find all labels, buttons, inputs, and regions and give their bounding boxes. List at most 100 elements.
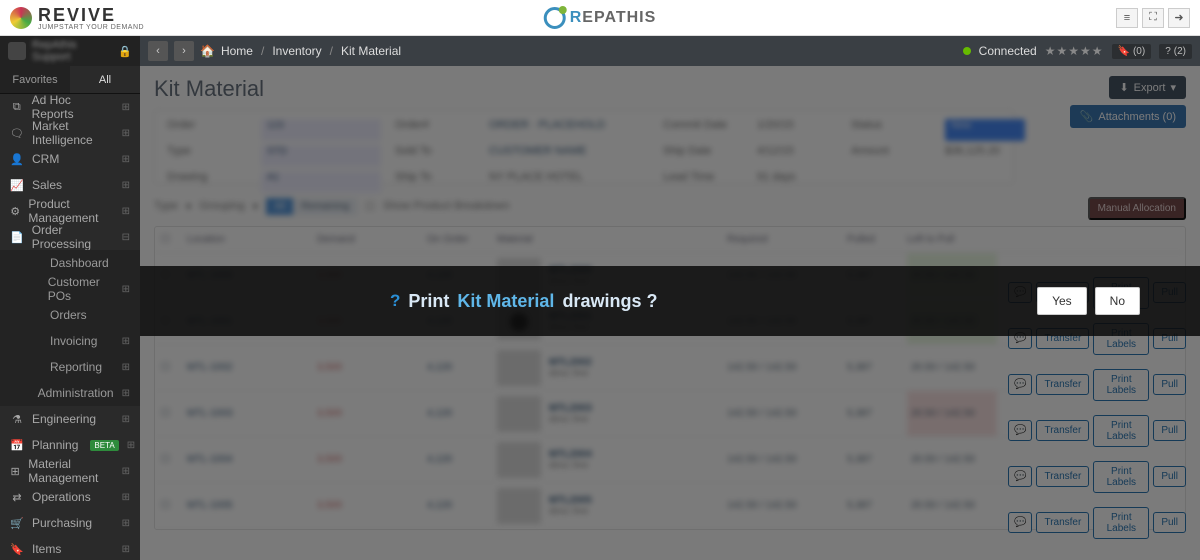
nav-label: Material Management — [28, 457, 113, 485]
nav-label: Orders — [50, 308, 87, 322]
expand-icon[interactable]: ⊞ — [122, 492, 130, 503]
sidebar-item-material-management[interactable]: ⊞ Material Management ⊞ — [0, 458, 140, 484]
sidebar-item-customer-pos[interactable]: Customer POs ⊞ — [0, 276, 140, 302]
dialog-kit: Kit Material — [457, 291, 554, 312]
nav-label: Order Processing — [32, 223, 114, 251]
expand-icon[interactable]: ⊞ — [122, 180, 130, 191]
expand-icon[interactable]: ⊞ — [122, 336, 130, 347]
app-logo: REPATHIS — [544, 7, 657, 29]
sidebar-item-items[interactable]: 🔖 Items ⊞ — [0, 536, 140, 560]
crumb-right: Connected ★★★★★ 🔖 (0) ? (2) — [963, 44, 1192, 59]
logout-icon[interactable]: ➜ — [1168, 8, 1190, 28]
user-name: RepAthis Support — [32, 39, 112, 63]
nav-label: Invoicing — [50, 334, 97, 348]
connection-label: Connected — [979, 44, 1037, 58]
expand-icon[interactable]: ⊞ — [122, 466, 130, 477]
tags-pill[interactable]: 🔖 (0) — [1112, 44, 1152, 59]
dialog-post: drawings ? — [562, 291, 657, 312]
crumb-sep: / — [330, 44, 333, 58]
connection-dot-icon — [963, 47, 971, 55]
content: Kit Material ⬇ Export ▾ 📎 Attachments (0… — [140, 66, 1200, 560]
brand-text: REVIVE JUMPSTART YOUR DEMAND — [38, 5, 144, 31]
sidebar-item-invoicing[interactable]: Invoicing ⊞ — [0, 328, 140, 354]
crumb-inventory[interactable]: Inventory — [272, 44, 321, 58]
top-brand-bar: REVIVE JUMPSTART YOUR DEMAND REPATHIS ≡ … — [0, 0, 1200, 36]
nav-forward-icon[interactable]: › — [174, 41, 194, 61]
sidebar-nav: ⧉ Ad Hoc Reports ⊞ 🗨 Market Intelligence ⊞ 👤 CR… — [0, 94, 140, 560]
sidebar-item-ad-hoc-reports[interactable]: ⧉ Ad Hoc Reports ⊞ — [0, 94, 140, 120]
menu-icon[interactable]: ≡ — [1116, 8, 1138, 28]
expand-icon[interactable]: ⊞ — [122, 154, 130, 165]
expand-icon[interactable]: ⊞ — [122, 518, 130, 529]
sidebar-user[interactable]: RepAthis Support 🔒 — [0, 36, 140, 66]
sidebar-item-administration[interactable]: Administration ⊞ — [0, 380, 140, 406]
nav-label: Dashboard — [50, 256, 109, 270]
nav-label: Items — [32, 542, 61, 556]
lock-icon[interactable]: 🔒 — [118, 45, 132, 58]
nav-label: Purchasing — [32, 516, 92, 530]
nav-icon: ⚗ — [10, 413, 24, 426]
sidebar-item-operations[interactable]: ⇄ Operations ⊞ — [0, 484, 140, 510]
expand-icon[interactable]: ⊞ — [122, 362, 130, 373]
nav-label: CRM — [32, 152, 59, 166]
sidebar-item-product-management[interactable]: ⚙Product Management⊞ — [0, 198, 140, 224]
rating-stars[interactable]: ★★★★★ — [1045, 44, 1104, 58]
nav-back-icon[interactable]: ‹ — [148, 41, 168, 61]
app-logo-text: REPATHIS — [570, 9, 657, 27]
nav-icon: 🗨 — [10, 127, 24, 140]
dialog-question: ? Print Kit Material drawings ? — [390, 291, 657, 312]
nav-label: Market Intelligence — [32, 119, 114, 147]
sidebar-item-order-processing[interactable]: 📄 Order Processing ⊟ — [0, 224, 140, 250]
expand-icon[interactable]: ⊞ — [122, 544, 130, 555]
yes-button[interactable]: Yes — [1037, 287, 1087, 315]
crumb-sep: / — [261, 44, 264, 58]
sidebar: RepAthis Support 🔒 Favorites All ⧉ Ad Hoc… — [0, 36, 140, 560]
expand-icon[interactable]: ⊞ — [122, 102, 130, 113]
home-icon[interactable]: 🏠 — [200, 44, 215, 58]
nav-label: Sales — [32, 178, 62, 192]
sidebar-item-sales[interactable]: 📈 Sales ⊞ — [0, 172, 140, 198]
expand-icon[interactable]: ⊞ — [122, 388, 130, 399]
fullscreen-icon[interactable]: ⛶ — [1142, 8, 1164, 28]
breadcrumb-bar: ‹ › 🏠 Home / Inventory / Kit Material Co… — [140, 36, 1200, 66]
nav-label: Product Management — [28, 197, 113, 225]
top-right-controls: ≡ ⛶ ➜ — [1116, 8, 1190, 28]
expand-icon[interactable]: ⊞ — [122, 414, 130, 425]
expand-icon[interactable]: ⊟ — [122, 232, 130, 243]
sidebar-item-purchasing[interactable]: 🛒 Purchasing ⊞ — [0, 510, 140, 536]
nav-icon: 👤 — [10, 153, 24, 166]
nav-label: Reporting — [50, 360, 102, 374]
nav-icon: ⧉ — [10, 101, 24, 114]
nav-icon: ⊞ — [10, 465, 20, 478]
sidebar-item-crm[interactable]: 👤 CRM ⊞ — [0, 146, 140, 172]
nav-label: Planning — [32, 438, 79, 452]
expand-icon[interactable]: ⊞ — [122, 284, 130, 295]
nav-label: Operations — [32, 490, 91, 504]
help-pill[interactable]: ? (2) — [1159, 44, 1192, 59]
sidebar-item-planning[interactable]: 📅PlanningBETA⊞ — [0, 432, 140, 458]
nav-icon: 🔖 — [10, 543, 24, 556]
tab-all[interactable]: All — [70, 66, 140, 93]
sidebar-item-engineering[interactable]: ⚗Engineering⊞ — [0, 406, 140, 432]
avatar — [8, 42, 26, 60]
expand-icon[interactable]: ⊞ — [122, 128, 130, 139]
confirm-dialog: ? Print Kit Material drawings ? Yes No — [140, 266, 1200, 336]
crumb-home[interactable]: Home — [221, 44, 253, 58]
nav-label: Customer POs — [48, 275, 114, 303]
sidebar-item-orders[interactable]: Orders — [0, 302, 140, 328]
sidebar-item-reporting[interactable]: Reporting ⊞ — [0, 354, 140, 380]
nav-icon: ⇄ — [10, 491, 24, 504]
nav-icon: 📄 — [10, 231, 24, 244]
nav-icon: 📈 — [10, 179, 24, 192]
sidebar-item-dashboard[interactable]: Dashboard — [0, 250, 140, 276]
nav-label: Ad Hoc Reports — [32, 94, 114, 121]
nav-label: Administration — [38, 386, 114, 400]
tab-favorites[interactable]: Favorites — [0, 66, 70, 93]
no-button[interactable]: No — [1095, 287, 1140, 315]
nav-icon: 🛒 — [10, 517, 24, 530]
expand-icon[interactable]: ⊞ — [127, 440, 135, 451]
crumb-current: Kit Material — [341, 44, 401, 58]
expand-icon[interactable]: ⊞ — [122, 206, 130, 217]
main: ‹ › 🏠 Home / Inventory / Kit Material Co… — [140, 36, 1200, 560]
sidebar-item-market-intelligence[interactable]: 🗨 Market Intelligence ⊞ — [0, 120, 140, 146]
